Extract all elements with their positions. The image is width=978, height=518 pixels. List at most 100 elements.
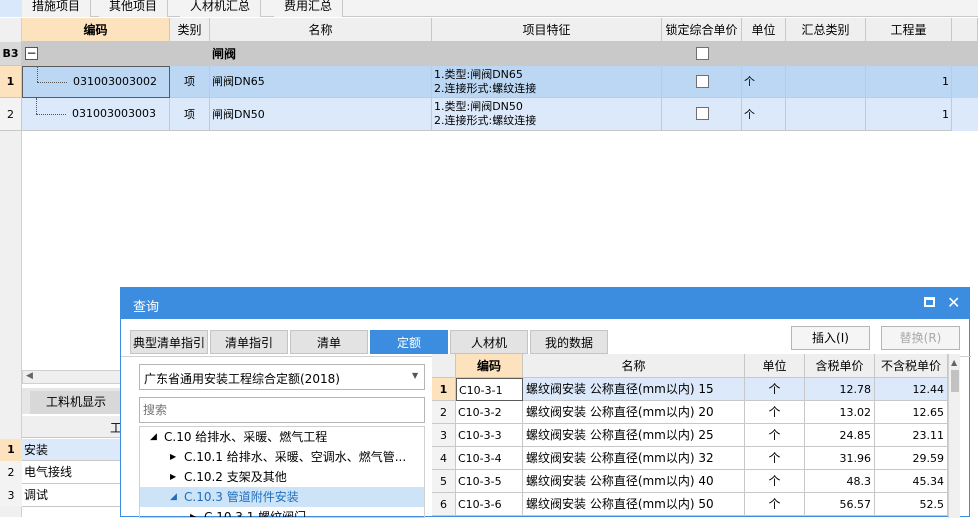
table-row[interactable]: 2 031003003003 项 闸阀DN50 1.类型:闸阀DN50 2.连接… <box>0 98 978 131</box>
cell-tax-price[interactable]: 13.02 <box>805 401 875 424</box>
group-lock-checkbox[interactable] <box>696 47 709 60</box>
col-header-notax-price[interactable]: 不含税单价 <box>875 354 948 378</box>
tab-bill[interactable]: 清单 <box>290 330 368 354</box>
col-header-quantity[interactable]: 工程量 <box>866 18 952 42</box>
cell-unit[interactable]: 个 <box>742 66 786 98</box>
collapse-toggle[interactable]: − <box>25 47 38 60</box>
cell-name[interactable]: 螺纹阀安装 公称直径(mm以内) 25 <box>523 424 745 447</box>
cell-unit[interactable]: 个 <box>745 401 805 424</box>
cell-name[interactable]: 闸阀DN65 <box>210 66 432 98</box>
col-header-unit[interactable]: 单位 <box>745 354 805 378</box>
cell-name[interactable]: 螺纹阀安装 公称直径(mm以内) 32 <box>523 447 745 470</box>
cell-name[interactable]: 螺纹阀安装 公称直径(mm以内) 40 <box>523 470 745 493</box>
cell-notax-price[interactable]: 12.44 <box>875 378 948 401</box>
lock-checkbox[interactable] <box>696 107 709 120</box>
cell-type[interactable]: 项 <box>170 66 210 98</box>
table-row[interactable]: 2 C10-3-2 螺纹阀安装 公称直径(mm以内) 20 个 13.02 12… <box>432 401 948 424</box>
cell-summary-type[interactable] <box>786 66 866 98</box>
list-item[interactable]: 3 调试 <box>0 484 122 507</box>
col-header-tax-price[interactable]: 含税单价 <box>805 354 875 378</box>
tree-node-c10-3[interactable]: ◢ C.10.3 管道附件安装 <box>140 487 424 507</box>
cell-code[interactable]: C10-3-1 <box>456 378 523 401</box>
tree-node-c10-3-1[interactable]: ▶ C.10.3.1 螺纹阀门 <box>140 507 424 517</box>
cell-name[interactable]: 螺纹阀安装 公称直径(mm以内) 50 <box>523 493 745 516</box>
col-header-type[interactable]: 类别 <box>170 18 210 42</box>
tree-node-c10-2[interactable]: ▶ C.10.2 支架及其他 <box>140 467 424 487</box>
scroll-up-icon[interactable]: ▲ <box>951 358 957 367</box>
tree-node-c10[interactable]: ◢ C.10 给排水、采暖、燃气工程 <box>140 427 424 447</box>
table-row[interactable]: 1 031003003002 项 闸阀DN65 1.类型:闸阀DN65 2.连接… <box>0 66 978 98</box>
cell-code[interactable]: C10-3-4 <box>456 447 523 470</box>
close-icon[interactable]: ✕ <box>947 293 960 312</box>
tab-bill-guide[interactable]: 清单指引 <box>210 330 288 354</box>
cell-feature[interactable]: 1.类型:闸阀DN50 2.连接形式:螺纹连接 <box>432 98 662 131</box>
cell-name[interactable]: 螺纹阀安装 公称直径(mm以内) 15 <box>523 378 745 401</box>
expanded-icon[interactable]: ◢ <box>150 427 157 447</box>
cell-notax-price[interactable]: 12.65 <box>875 401 948 424</box>
search-input[interactable] <box>139 397 425 423</box>
cell-unit[interactable]: 个 <box>745 447 805 470</box>
cell-notax-price[interactable]: 52.5 <box>875 493 948 516</box>
cell-unit[interactable]: 个 <box>742 98 786 131</box>
maximize-icon[interactable] <box>924 297 935 307</box>
lock-checkbox[interactable] <box>696 75 709 88</box>
collapsed-icon[interactable]: ▶ <box>190 507 196 517</box>
tab-my-data[interactable]: 我的数据 <box>530 330 608 354</box>
col-header-unit[interactable]: 单位 <box>742 18 786 42</box>
col-header-name[interactable]: 名称 <box>210 18 432 42</box>
table-row[interactable]: 6 C10-3-6 螺纹阀安装 公称直径(mm以内) 50 个 56.57 52… <box>432 493 948 516</box>
cell-tax-price[interactable]: 56.57 <box>805 493 875 516</box>
cell-code[interactable]: C10-3-2 <box>456 401 523 424</box>
cell-unit[interactable]: 个 <box>745 493 805 516</box>
cell-code[interactable]: C10-3-5 <box>456 470 523 493</box>
col-header-code[interactable]: 编码 <box>456 354 523 378</box>
cell-tax-price[interactable]: 48.3 <box>805 470 875 493</box>
cell-code[interactable]: 031003003002 <box>22 66 170 98</box>
cell-code[interactable]: C10-3-3 <box>456 424 523 447</box>
table-row[interactable]: 3 C10-3-3 螺纹阀安装 公称直径(mm以内) 25 个 24.85 23… <box>432 424 948 447</box>
cell-unit[interactable]: 个 <box>745 470 805 493</box>
scroll-thumb[interactable] <box>951 370 959 392</box>
vertical-scrollbar[interactable]: ▲ <box>948 354 960 518</box>
list-item[interactable]: 2 电气接线 <box>0 461 122 484</box>
cell-feature[interactable]: 1.类型:闸阀DN65 2.连接形式:螺纹连接 <box>432 66 662 98</box>
collapsed-icon[interactable]: ▶ <box>170 467 176 487</box>
tab-labor-material-summary[interactable]: 人材机汇总 <box>180 0 262 17</box>
cell-quantity[interactable]: 1 <box>866 66 952 98</box>
cell-unit[interactable]: 个 <box>745 424 805 447</box>
cell-quantity[interactable]: 1 <box>866 98 952 131</box>
col-header-name[interactable]: 名称 <box>523 354 745 378</box>
library-select[interactable]: 广东省通用安装工程综合定额(2018) ▼ <box>139 364 425 390</box>
cell-code[interactable]: 031003003003 <box>22 98 170 131</box>
insert-button[interactable]: 插入(I) <box>791 326 870 350</box>
cell-tax-price[interactable]: 12.78 <box>805 378 875 401</box>
expanded-icon[interactable]: ◢ <box>170 487 177 507</box>
cell-notax-price[interactable]: 45.34 <box>875 470 948 493</box>
cell-tax-price[interactable]: 24.85 <box>805 424 875 447</box>
list-item[interactable]: 1 安装 <box>0 439 122 461</box>
cell-name[interactable]: 螺纹阀安装 公称直径(mm以内) 20 <box>523 401 745 424</box>
tab-typical-bill-guide[interactable]: 典型清单指引 <box>130 330 208 354</box>
table-row[interactable]: 5 C10-3-5 螺纹阀安装 公称直径(mm以内) 40 个 48.3 45.… <box>432 470 948 493</box>
replace-button[interactable]: 替换(R) <box>881 326 960 350</box>
col-header-lock-price[interactable]: 锁定综合单价 <box>662 18 742 42</box>
cell-summary-type[interactable] <box>786 98 866 131</box>
table-row[interactable]: 1 C10-3-1 螺纹阀安装 公称直径(mm以内) 15 个 12.78 12… <box>432 378 948 401</box>
tab-labor-material[interactable]: 人材机 <box>450 330 528 354</box>
chevron-down-icon[interactable]: ▼ <box>412 371 418 380</box>
tab-other-items[interactable]: 其他项目 <box>99 0 169 17</box>
cell-notax-price[interactable]: 29.59 <box>875 447 948 470</box>
col-header-feature[interactable]: 项目特征 <box>432 18 662 42</box>
col-header-summary-type[interactable]: 汇总类别 <box>786 18 866 42</box>
dialog-title-bar[interactable]: 查询 ✕ <box>121 288 969 319</box>
col-header-code[interactable]: 编码 <box>22 18 170 42</box>
tab-quota[interactable]: 定额 <box>370 330 448 354</box>
cell-type[interactable]: 项 <box>170 98 210 131</box>
tab-measures[interactable]: 措施项目 <box>22 0 92 17</box>
table-row[interactable]: 4 C10-3-4 螺纹阀安装 公称直径(mm以内) 32 个 31.96 29… <box>432 447 948 470</box>
cell-notax-price[interactable]: 23.11 <box>875 424 948 447</box>
tab-material-display[interactable]: 工料机显示 <box>30 391 122 414</box>
cell-code[interactable]: C10-3-6 <box>456 493 523 516</box>
group-row[interactable]: B3 − 闸阀 <box>0 42 978 66</box>
scroll-left-icon[interactable]: ◀ <box>26 371 33 381</box>
